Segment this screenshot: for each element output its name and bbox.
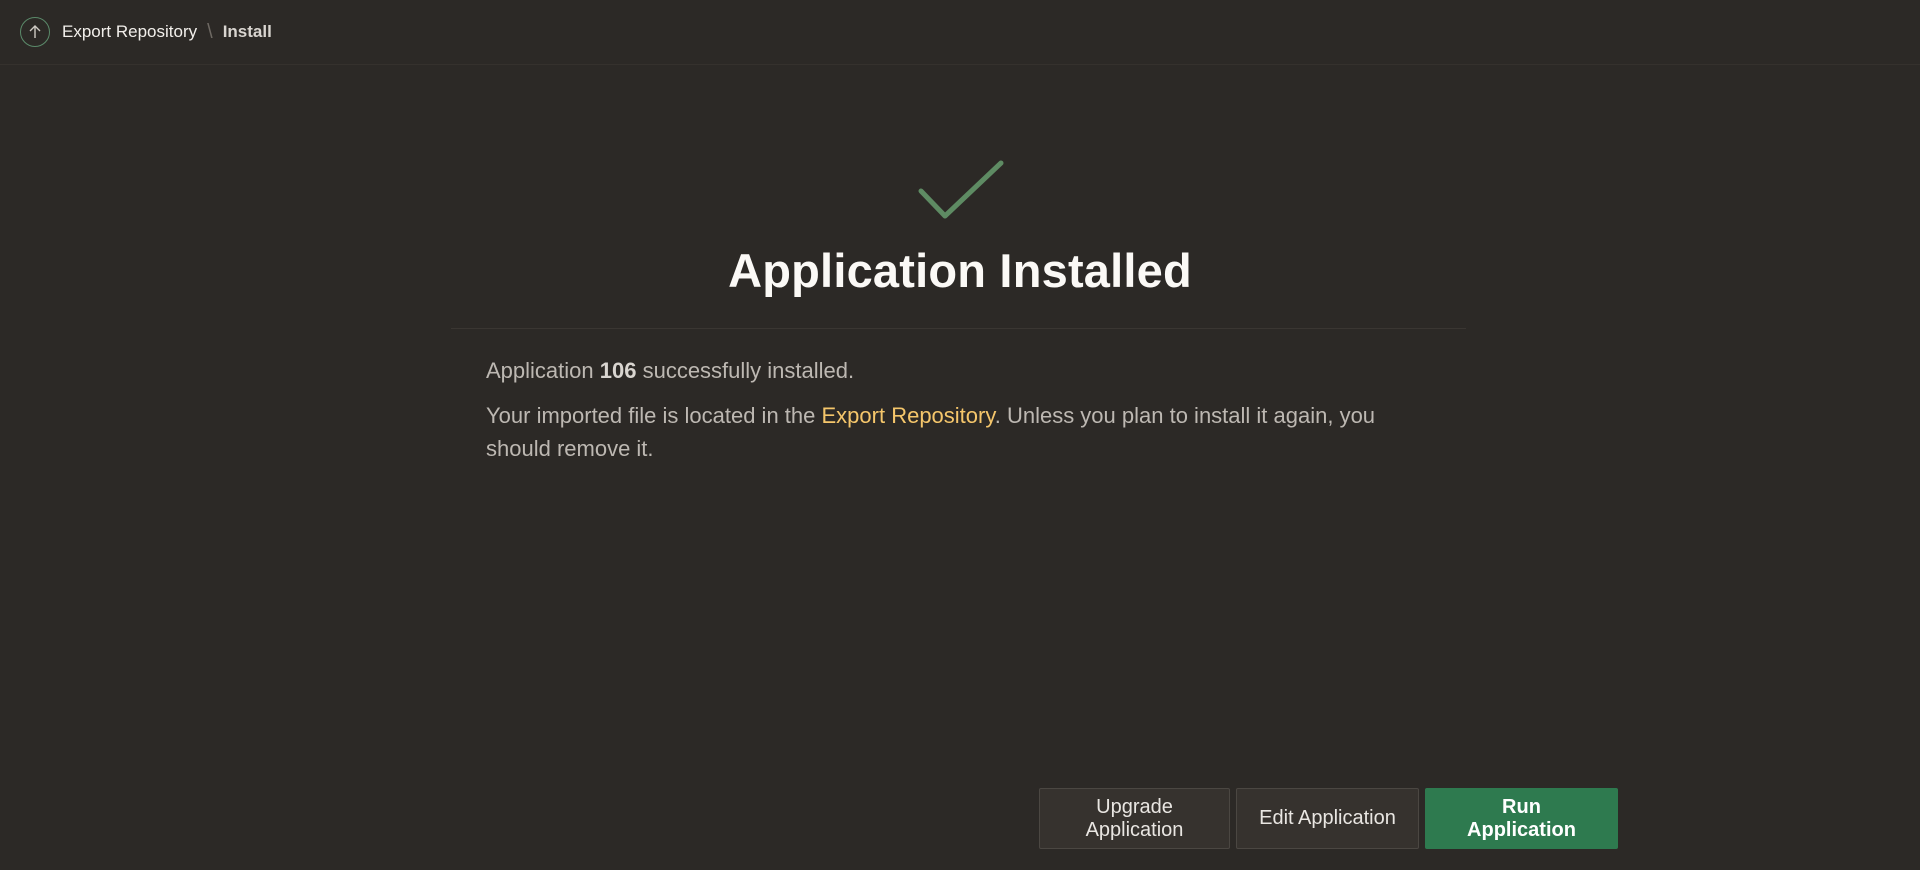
- page-title: Application Installed: [728, 244, 1192, 297]
- navigate-up-button[interactable]: [20, 17, 50, 47]
- breadcrumb-separator: \: [207, 20, 213, 43]
- run-application-button[interactable]: Run Application: [1425, 788, 1618, 849]
- check-icon: [918, 160, 1004, 219]
- export-repository-link[interactable]: Export Repository: [822, 403, 995, 428]
- breadcrumb: Export Repository \ Install: [20, 17, 272, 47]
- success-line: Application 106 successfully installed.: [486, 354, 1426, 387]
- edit-application-button[interactable]: Edit Application: [1236, 788, 1419, 849]
- result-message: Application 106 successfully installed. …: [486, 354, 1426, 465]
- success-prefix: Application: [486, 358, 600, 383]
- upgrade-application-button[interactable]: Upgrade Application: [1039, 788, 1230, 849]
- breadcrumb-export-repository-link[interactable]: Export Repository: [62, 22, 197, 42]
- action-buttons: Upgrade Application Edit Application Run…: [1039, 788, 1618, 849]
- divider: [451, 328, 1466, 329]
- breadcrumb-current: Install: [222, 22, 272, 41]
- success-suffix: successfully installed.: [636, 358, 855, 383]
- app-id: 106: [599, 358, 637, 383]
- arrow-up-icon: [29, 25, 41, 38]
- repository-note: Your imported file is located in the Exp…: [486, 399, 1426, 465]
- note-prefix: Your imported file is located in the: [486, 403, 822, 428]
- top-bar: Export Repository \ Install: [0, 0, 1920, 65]
